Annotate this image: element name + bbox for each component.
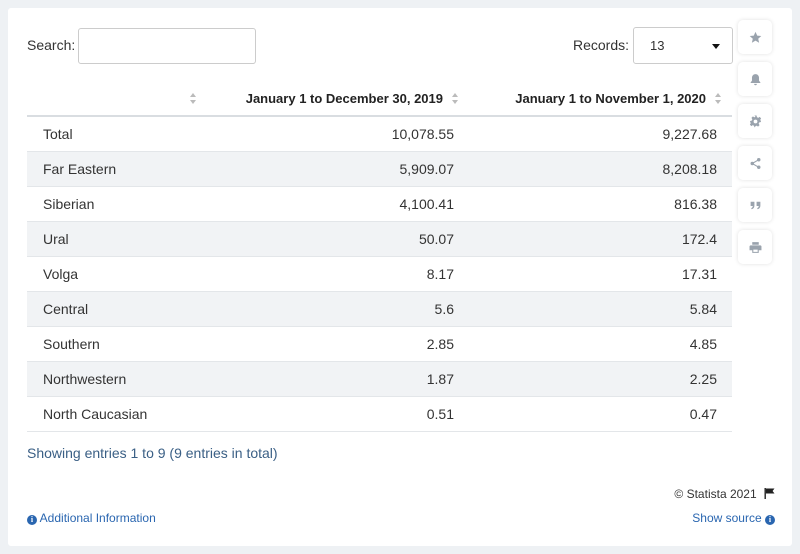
value-cell-2019: 2.85 xyxy=(207,326,469,362)
region-cell: Southern xyxy=(27,326,207,362)
flag-icon xyxy=(764,488,775,499)
value-cell-2020: 816.38 xyxy=(469,186,732,222)
data-table: January 1 to December 30, 2019 January 1… xyxy=(27,81,732,432)
search-label: Search: xyxy=(27,37,76,53)
table-row: Central 5.6 5.84 xyxy=(27,291,732,327)
gear-icon xyxy=(749,115,761,127)
value-cell-2020: 4.85 xyxy=(469,326,732,362)
table-row: Total 10,078.55 9,227.68 xyxy=(27,116,732,152)
value-cell-2019: 0.51 xyxy=(207,396,469,432)
bell-icon xyxy=(750,73,760,85)
sort-icon xyxy=(715,93,722,105)
column-header-2019[interactable]: January 1 to December 30, 2019 xyxy=(207,81,469,117)
value-cell-2020: 8,208.18 xyxy=(469,151,732,187)
info-icon: i xyxy=(27,515,37,525)
table-row: Far Eastern 5,909.07 8,208.18 xyxy=(27,151,732,187)
table-row: Siberian 4,100.41 816.38 xyxy=(27,186,732,222)
table-row: North Caucasian 0.51 0.47 xyxy=(27,396,732,432)
value-cell-2020: 17.31 xyxy=(469,256,732,292)
region-cell: Far Eastern xyxy=(27,151,207,187)
value-cell-2020: 172.4 xyxy=(469,221,732,257)
records-label: Records: xyxy=(573,37,630,53)
value-cell-2019: 50.07 xyxy=(207,221,469,257)
region-cell: Northwestern xyxy=(27,361,207,397)
region-cell: North Caucasian xyxy=(27,396,207,432)
table-row: Southern 2.85 4.85 xyxy=(27,326,732,362)
cite-button[interactable] xyxy=(738,188,772,222)
show-source-label: Show source xyxy=(692,511,762,525)
region-cell: Total xyxy=(27,116,207,152)
print-icon xyxy=(749,241,761,253)
region-cell: Central xyxy=(27,291,207,327)
table-row: Ural 50.07 172.4 xyxy=(27,221,732,257)
records-selected-value: 13 xyxy=(650,38,665,53)
table-row: Volga 8.17 17.31 xyxy=(27,256,732,292)
records-select[interactable]: 13 xyxy=(633,27,733,64)
column-header-2020[interactable]: January 1 to November 1, 2020 xyxy=(469,81,732,117)
value-cell-2020: 0.47 xyxy=(469,396,732,432)
sort-icon xyxy=(190,93,197,105)
notification-button[interactable] xyxy=(738,62,772,96)
share-button[interactable] xyxy=(738,146,772,180)
value-cell-2020: 5.84 xyxy=(469,291,732,327)
region-cell: Volga xyxy=(27,256,207,292)
quote-icon xyxy=(750,201,760,209)
table-row: Northwestern 1.87 2.25 xyxy=(27,361,732,397)
value-cell-2019: 4,100.41 xyxy=(207,186,469,222)
statistic-card: Search: Records: 13 January 1 to Decembe… xyxy=(8,8,792,546)
show-source-link[interactable]: Show source i xyxy=(692,511,775,525)
favorite-button[interactable] xyxy=(738,20,772,54)
value-cell-2019: 5.6 xyxy=(207,291,469,327)
column-header-region[interactable] xyxy=(27,81,207,117)
additional-information-link[interactable]: i Additional Information xyxy=(27,511,156,525)
value-cell-2020: 9,227.68 xyxy=(469,116,732,152)
region-cell: Ural xyxy=(27,221,207,257)
additional-information-label: Additional Information xyxy=(39,511,156,525)
sort-icon xyxy=(452,93,459,105)
statista-credit[interactable]: © Statista 2021 xyxy=(674,487,775,501)
value-cell-2019: 5,909.07 xyxy=(207,151,469,187)
print-button[interactable] xyxy=(738,230,772,264)
settings-button[interactable] xyxy=(738,104,772,138)
credit-text: © Statista 2021 xyxy=(674,487,757,501)
search-input[interactable] xyxy=(78,28,256,64)
entries-summary: Showing entries 1 to 9 (9 entries in tot… xyxy=(27,445,278,461)
table-header-row: January 1 to December 30, 2019 January 1… xyxy=(27,81,732,117)
star-icon xyxy=(749,31,761,43)
share-icon xyxy=(750,157,760,169)
region-cell: Siberian xyxy=(27,186,207,222)
value-cell-2019: 10,078.55 xyxy=(207,116,469,152)
info-icon: i xyxy=(765,515,775,525)
value-cell-2020: 2.25 xyxy=(469,361,732,397)
value-cell-2019: 8.17 xyxy=(207,256,469,292)
caret-down-icon xyxy=(712,44,720,49)
value-cell-2019: 1.87 xyxy=(207,361,469,397)
